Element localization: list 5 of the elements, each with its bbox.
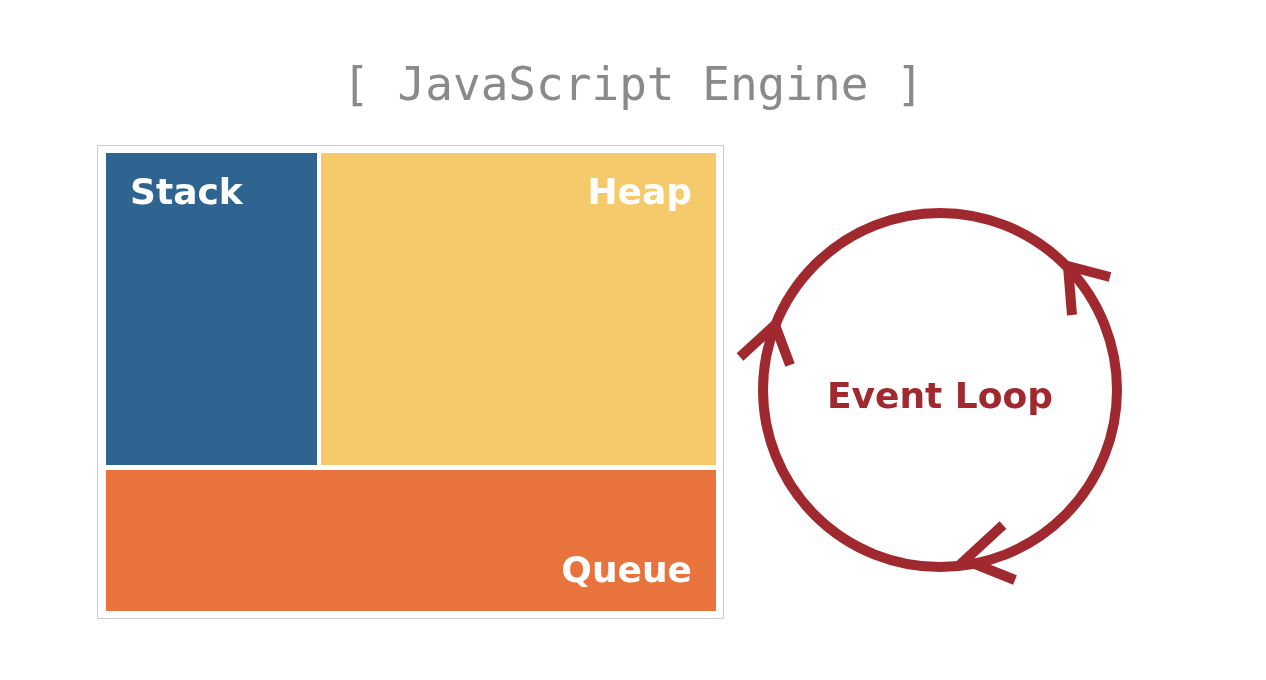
block-label: Queue <box>561 549 692 591</box>
block-label: Stack <box>130 171 243 213</box>
block-label: Heap <box>587 171 692 213</box>
diagram-title: [ JavaScript Engine ] <box>341 56 925 113</box>
loop-label: Event Loop <box>826 374 1054 418</box>
